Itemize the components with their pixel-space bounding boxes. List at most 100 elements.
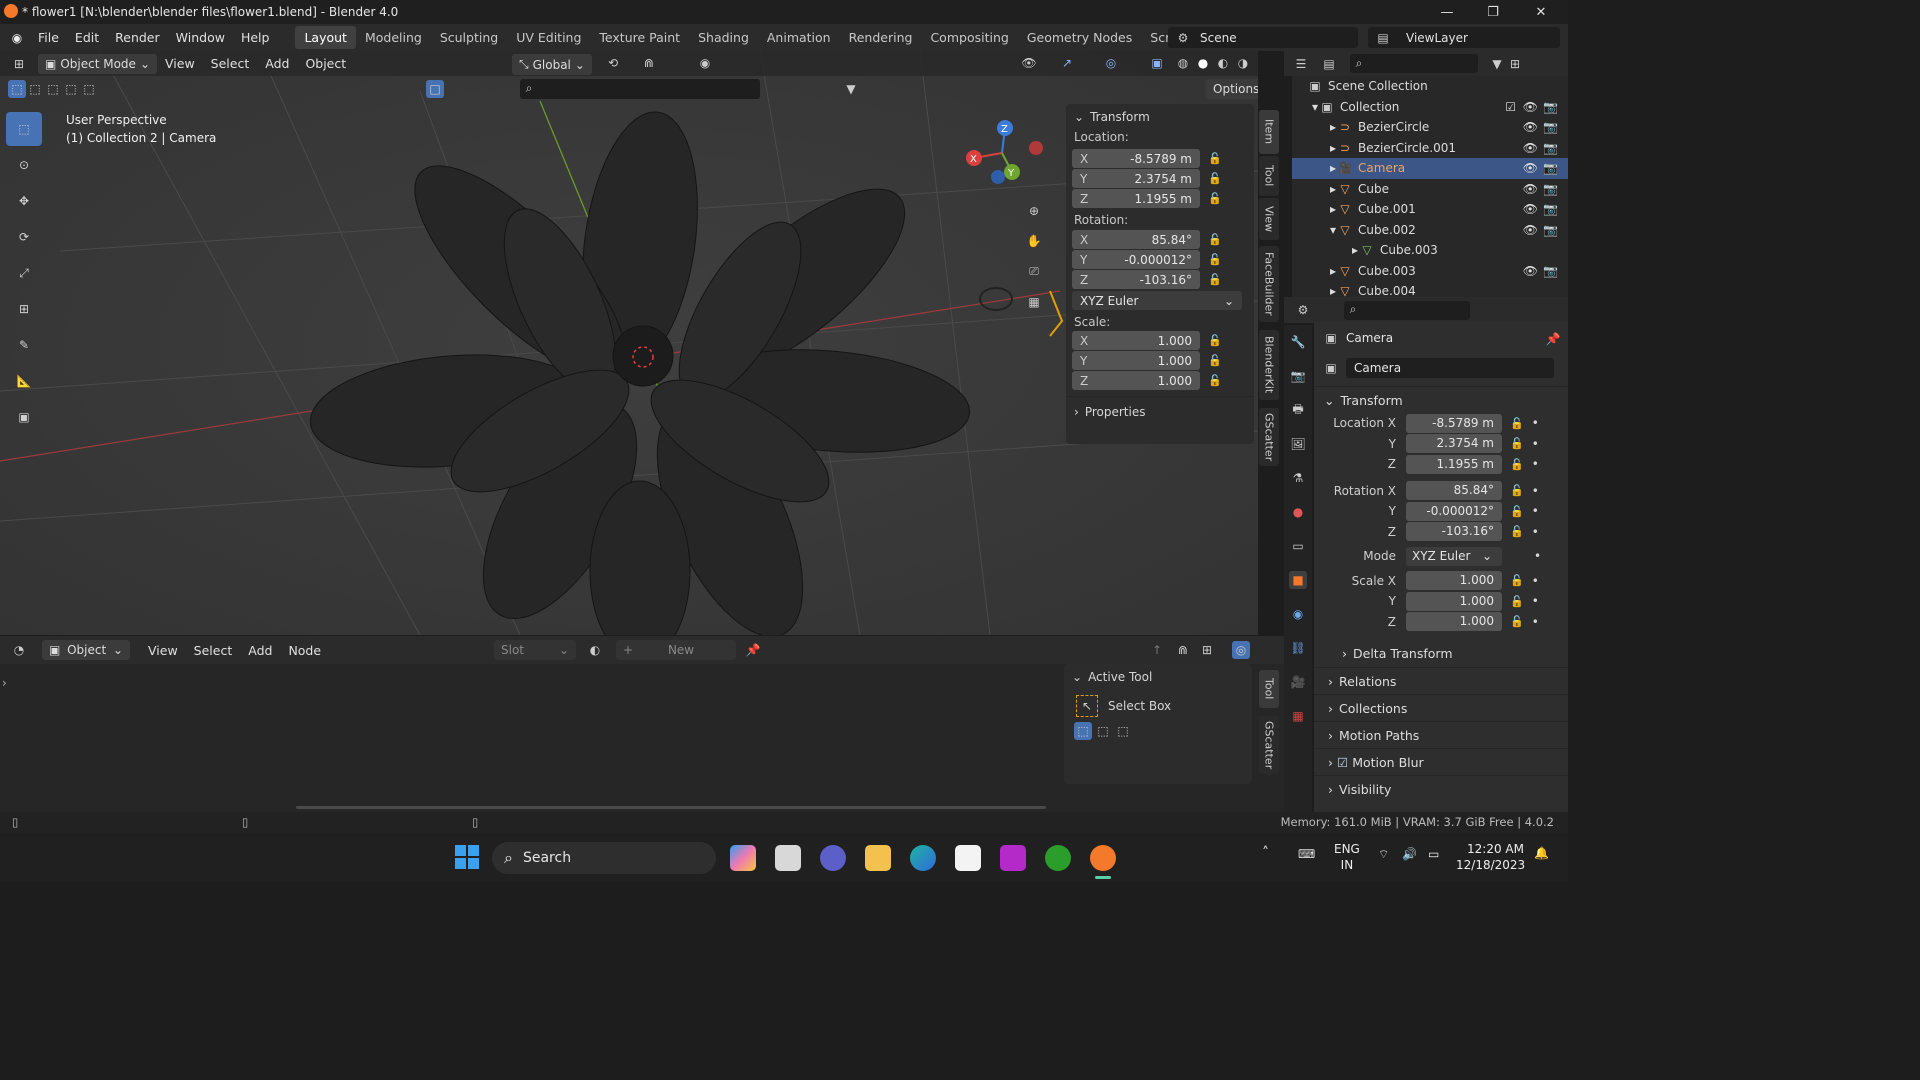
tab-shading[interactable]: Shading [689, 26, 758, 49]
keyframe-dot-icon[interactable]: • [1534, 549, 1541, 563]
close-button[interactable]: ✕ [1518, 0, 1564, 24]
tab-modeling[interactable]: Modeling [356, 26, 431, 49]
motion-paths-section[interactable]: › Motion Paths [1314, 721, 1568, 748]
pin-icon[interactable]: 📌 [744, 641, 762, 659]
lock-icon[interactable]: 🔓 [1208, 233, 1222, 246]
tab-layout[interactable]: Layout [295, 26, 356, 49]
keyframe-dot-icon[interactable]: • [1532, 457, 1539, 471]
xray-toggle-icon[interactable]: ▣ [1148, 54, 1166, 72]
tab-gscatter[interactable]: GScatter [1259, 408, 1279, 466]
keyframe-dot-icon[interactable]: • [1532, 504, 1539, 518]
tab-compositing[interactable]: Compositing [921, 26, 1017, 49]
teams-chat-icon[interactable] [820, 845, 846, 871]
eye-icon[interactable]: 👁 [1523, 182, 1538, 196]
scale-y-input[interactable]: 1.000 [1406, 591, 1502, 611]
add-cube-tool-icon[interactable]: ▣ [6, 400, 42, 434]
visibility-icon[interactable]: 👁 [1020, 54, 1038, 72]
object-tab-icon[interactable]: ■ [1289, 571, 1307, 589]
object-datablock-icon[interactable]: ▣ [1322, 359, 1340, 377]
keyframe-dot-icon[interactable]: • [1532, 416, 1539, 430]
chevron-right-icon[interactable]: › [1074, 405, 1079, 419]
keyframe-dot-icon[interactable]: • [1532, 484, 1539, 498]
lock-icon[interactable]: 🔓 [1208, 152, 1222, 165]
tab-rendering[interactable]: Rendering [840, 26, 922, 49]
select-intersect-icon[interactable]: ⬚ [80, 80, 98, 98]
viewport-menu-object[interactable]: Object [297, 56, 354, 71]
pan-hand-icon[interactable]: ✋ [1023, 230, 1045, 252]
shader-menu-select[interactable]: Select [186, 643, 241, 658]
wireframe-shading-icon[interactable]: ◍ [1174, 54, 1192, 72]
snap-icon[interactable]: ⋒ [640, 54, 658, 72]
annotate-tool-icon[interactable]: ✎ [6, 328, 42, 362]
scene-name[interactable]: Scene [1200, 31, 1237, 45]
eye-icon[interactable]: 👁 [1523, 202, 1538, 216]
instagram-icon[interactable] [1000, 845, 1026, 871]
perspective-toggle-icon[interactable]: ▦ [1023, 291, 1045, 313]
tab-tool[interactable]: Tool [1259, 156, 1279, 196]
tab-facebuilder[interactable]: FaceBuilder [1259, 246, 1279, 322]
shader-menu-add[interactable]: Add [240, 643, 280, 658]
physics-tab-icon[interactable]: ◉ [1289, 605, 1307, 623]
options-dropdown[interactable]: Options⌄ [1206, 79, 1258, 99]
new-collection-icon[interactable]: ⊞ [1506, 55, 1524, 73]
motion-blur-checkbox[interactable]: ☑ [1337, 755, 1348, 770]
solid-shading-icon[interactable]: ● [1194, 54, 1212, 72]
copilot-icon[interactable] [730, 845, 756, 871]
relations-section[interactable]: › Relations [1314, 667, 1568, 694]
menu-window[interactable]: Window [168, 30, 233, 45]
rotate-tool-icon[interactable]: ⟳ [6, 220, 42, 254]
maximize-button[interactable]: ❐ [1470, 0, 1516, 24]
eye-icon[interactable]: 👁 [1523, 100, 1538, 114]
tree-row-collection[interactable]: ▾ ▣ Collection ☑ 👁 📷 [1292, 97, 1568, 118]
lock-icon[interactable]: 🔓 [1208, 334, 1222, 347]
rotation-z-input[interactable]: -103.16° [1406, 522, 1502, 542]
rotation-z-field[interactable]: Z -103.16° [1072, 270, 1200, 289]
xbox-icon[interactable] [1045, 845, 1071, 871]
material-shading-icon[interactable]: ◐ [1214, 54, 1232, 72]
object-filter-icon[interactable]: □ [426, 80, 444, 98]
menu-file[interactable]: File [30, 30, 67, 45]
material-browse-icon[interactable]: ◐ [586, 641, 604, 659]
lock-icon[interactable]: 🔓 [1510, 484, 1524, 497]
view-layer-name[interactable]: ViewLayer [1406, 31, 1468, 45]
tool-tab-icon[interactable]: 🔧 [1289, 333, 1307, 351]
lock-icon[interactable]: 🔓 [1208, 253, 1222, 266]
scale-x-field[interactable]: X 1.000 [1072, 331, 1200, 350]
move-tool-icon[interactable]: ✥ [6, 184, 42, 218]
mode-dropdown[interactable]: ▣ Object Mode ⌄ [38, 53, 157, 74]
scale-z-field[interactable]: Z 1.000 [1072, 371, 1200, 390]
select-extend-icon[interactable]: ⬚ [1094, 722, 1112, 740]
active-tool-title[interactable]: Active Tool [1088, 670, 1152, 684]
select-box-tool-icon[interactable]: ⬚ [6, 112, 42, 146]
tree-row-cube-003[interactable]: ▸ ▽ Cube.003 👁 📷 [1292, 261, 1568, 282]
camera-render-icon[interactable]: 📷 [1543, 182, 1558, 196]
tab-blenderkit[interactable]: BlenderKit [1259, 330, 1279, 400]
rendered-shading-icon[interactable]: ◑ [1234, 54, 1252, 72]
outliner-search-input[interactable]: ⌕ [1350, 54, 1478, 73]
lock-icon[interactable]: 🔓 [1208, 374, 1222, 387]
rotation-mode-dropdown[interactable]: XYZ Euler ⌄ [1072, 291, 1242, 310]
tree-row-cube-001[interactable]: ▸ ▽ Cube.001 👁 📷 [1292, 199, 1568, 220]
clock[interactable]: 12:20 AM 12/18/2023 [1456, 841, 1525, 873]
language-indicator[interactable]: ENG IN [1334, 841, 1360, 873]
wifi-icon[interactable]: ⌔ [1378, 847, 1389, 862]
motion-blur-section[interactable]: › ☑ Motion Blur [1314, 748, 1568, 775]
transform-panel-title[interactable]: Transform [1090, 110, 1150, 124]
chevron-down-icon[interactable]: ⌄ [1072, 670, 1082, 684]
lock-icon[interactable]: 🔓 [1510, 574, 1524, 587]
viewport-menu-add[interactable]: Add [257, 56, 297, 71]
keyboard-icon[interactable]: ⌨ [1298, 847, 1315, 861]
pin-icon[interactable]: 📌 [1544, 330, 1562, 348]
shader-menu-node[interactable]: Node [280, 643, 329, 658]
select-box-tool-icon[interactable]: ↖ [1076, 695, 1098, 717]
lock-icon[interactable]: 🔓 [1208, 192, 1222, 205]
camera-view-icon[interactable]: ⎚ [1023, 260, 1045, 282]
measure-tool-icon[interactable]: 📐 [6, 364, 42, 398]
scale-x-input[interactable]: 1.000 [1406, 571, 1502, 591]
tab-animation[interactable]: Animation [758, 26, 840, 49]
outliner-editor-icon[interactable]: ☰ [1292, 55, 1310, 73]
task-view-icon[interactable] [775, 845, 801, 871]
constraints-tab-icon[interactable]: ⛓ [1289, 639, 1307, 657]
location-z-field[interactable]: Z 1.1955 m [1072, 189, 1200, 208]
tab-sculpting[interactable]: Sculpting [431, 26, 507, 49]
